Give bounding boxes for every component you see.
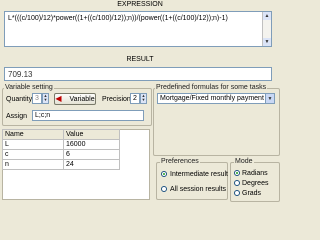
table-row[interactable]: L 16000 xyxy=(2,139,120,150)
expression-editor[interactable]: L*(((c/100)/12)*power((1+((c/100)/12));n… xyxy=(4,11,272,47)
precision-input[interactable]: 2 xyxy=(130,93,140,104)
intermediate-result-label[interactable]: Intermediate result xyxy=(170,170,228,179)
all-session-results-label[interactable]: All session results xyxy=(170,185,226,194)
quantity-label: Quantity xyxy=(6,96,33,103)
quantity-input[interactable]: 3 xyxy=(32,93,42,104)
preferences-group xyxy=(156,162,228,200)
intermediate-result-radio[interactable] xyxy=(161,171,167,177)
radians-label[interactable]: Radians xyxy=(242,169,268,178)
expression-header: EXPRESSION xyxy=(0,0,280,10)
variable-setting-title: Variable setting xyxy=(4,84,54,92)
spin-down-icon[interactable]: ▼ xyxy=(43,98,48,102)
left-arrow-icon: ◀ xyxy=(55,94,62,103)
all-session-results-radio[interactable] xyxy=(161,186,167,192)
variable-value-cell[interactable]: 24 xyxy=(63,159,120,170)
column-header-name[interactable]: Name xyxy=(2,129,64,140)
spin-down-icon[interactable]: ▼ xyxy=(141,98,146,102)
table-row[interactable]: c 6 xyxy=(2,149,120,160)
grads-label[interactable]: Grads xyxy=(242,189,261,198)
variable-name-cell[interactable]: L xyxy=(2,139,64,150)
table-row[interactable]: n 24 xyxy=(2,159,120,170)
table-header-row: Name Value xyxy=(2,129,120,140)
variable-value-cell[interactable]: 16000 xyxy=(63,139,120,150)
variable-name-cell[interactable]: c xyxy=(2,149,64,160)
degrees-radio[interactable] xyxy=(234,180,240,186)
variable-value-cell[interactable]: 6 xyxy=(63,149,120,160)
dropdown-arrow-icon[interactable]: ▼ xyxy=(265,94,274,103)
scroll-up-icon[interactable]: ▲ xyxy=(263,12,271,20)
quantity-stepper[interactable]: ▲ ▼ xyxy=(42,93,49,104)
variables-table: Name Value L 16000 c 6 n 24 xyxy=(2,129,120,170)
result-field: 709.13 xyxy=(4,67,272,81)
result-header: RESULT xyxy=(0,55,280,65)
formula-select-value: Mortgage/Fixed monthly payment P. xyxy=(160,95,272,102)
precision-label: Precision xyxy=(102,96,131,103)
preferences-title: Preferences xyxy=(160,158,200,166)
assign-input[interactable]: L;c;n xyxy=(32,110,144,121)
mode-title: Mode xyxy=(234,158,254,166)
variable-name-cell[interactable]: n xyxy=(2,159,64,170)
expression-text[interactable]: L*(((c/100)/12)*power((1+((c/100)/12));n… xyxy=(8,14,260,23)
assign-label: Assign xyxy=(6,113,28,120)
grads-radio[interactable] xyxy=(234,190,240,196)
variable-button-label: Variable xyxy=(69,96,95,103)
column-header-value[interactable]: Value xyxy=(63,129,120,140)
precision-stepper[interactable]: ▲ ▼ xyxy=(140,93,147,104)
degrees-label[interactable]: Degrees xyxy=(242,179,276,188)
formula-select[interactable]: Mortgage/Fixed monthly payment P. ▼ xyxy=(157,93,275,104)
result-value: 709.13 xyxy=(8,70,33,79)
variable-button[interactable]: ◀ Variable xyxy=(54,93,96,105)
predefined-formulas-title: Predefined formulas for some tasks xyxy=(155,84,268,92)
radians-radio[interactable] xyxy=(234,170,240,176)
scroll-down-icon[interactable]: ▼ xyxy=(263,38,271,46)
expression-scrollbar[interactable]: ▲ ▼ xyxy=(262,12,271,46)
